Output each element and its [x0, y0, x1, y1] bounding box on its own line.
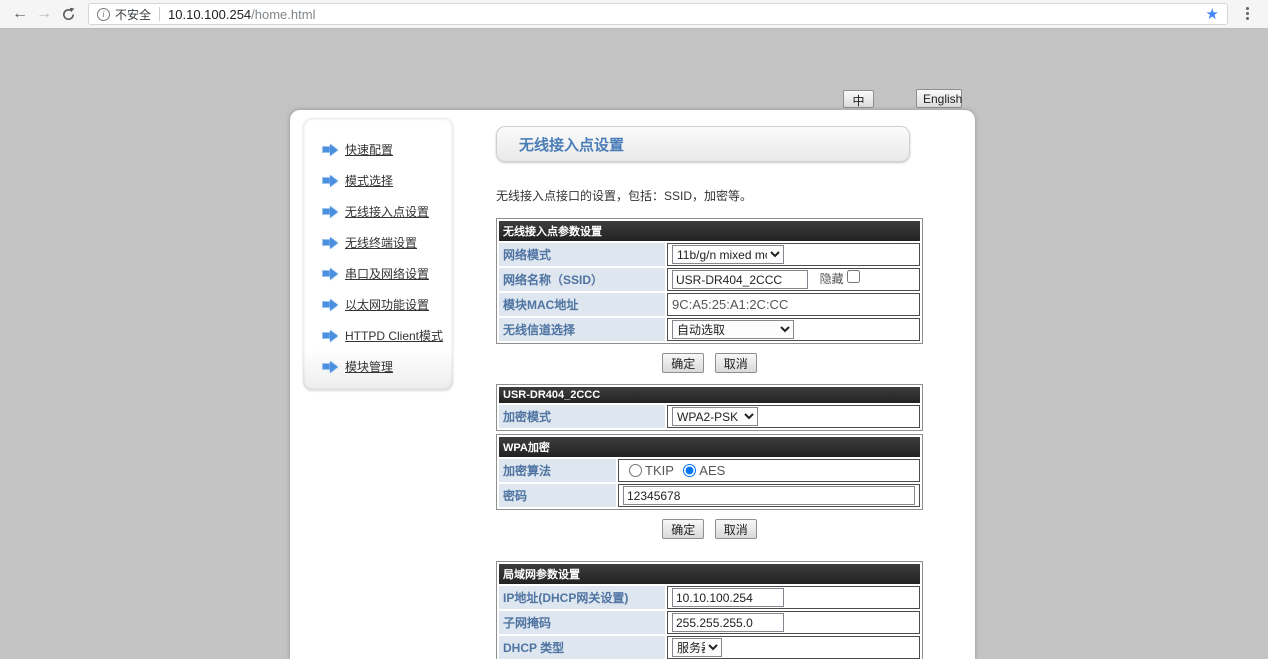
- cancel-button[interactable]: 取消: [715, 519, 757, 539]
- main-content: 无线接入点设置 无线接入点接口的设置，包括：SSID，加密等。 无线接入点参数设…: [496, 126, 923, 659]
- sidebar-item-quick-config[interactable]: 快速配置: [323, 134, 453, 165]
- lan-table: 局域网参数设置 IP地址(DHCP网关设置) 子网掩码 DHCP 类型: [496, 561, 923, 659]
- url-text[interactable]: 10.10.100.254/home.html: [168, 7, 315, 22]
- hide-ssid-label: 隐藏: [820, 272, 844, 286]
- encryption-table: USR-DR404_2CCC 加密模式 WPA2-PSK: [496, 384, 923, 431]
- mac-label: 模块MAC地址: [499, 293, 665, 316]
- sidebar-item-label: 快速配置: [345, 141, 393, 158]
- sidebar-item-label: 模式选择: [345, 172, 393, 189]
- table-row: 密码: [499, 484, 920, 507]
- url-host: 10.10.100.254: [168, 7, 251, 22]
- language-english-button[interactable]: English: [916, 89, 962, 108]
- network-mode-select[interactable]: 11b/g/n mixed mode: [672, 245, 784, 264]
- table-row: IP地址(DHCP网关设置): [499, 586, 920, 609]
- sidebar-menu: 快速配置 模式选择 无线接入点设置 无线终端设置 串口及网络设置 以太网功能设置: [303, 118, 453, 390]
- arrow-icon: [323, 299, 338, 311]
- page-title: 无线接入点设置: [519, 134, 624, 155]
- encryption-mode-label: 加密模式: [499, 405, 665, 428]
- sidebar-item-ethernet[interactable]: 以太网功能设置: [323, 289, 453, 320]
- sidebar-item-serial-network[interactable]: 串口及网络设置: [323, 258, 453, 289]
- sidebar-item-ap-settings[interactable]: 无线接入点设置: [323, 196, 453, 227]
- encryption-header: USR-DR404_2CCC: [499, 387, 920, 403]
- sidebar-item-label: 以太网功能设置: [345, 296, 429, 313]
- content-panel: 快速配置 模式选择 无线接入点设置 无线终端设置 串口及网络设置 以太网功能设置: [290, 110, 975, 659]
- sidebar-item-label: 串口及网络设置: [345, 265, 429, 282]
- bookmark-star-icon[interactable]: ★: [1206, 5, 1219, 23]
- hide-ssid-checkbox[interactable]: [847, 270, 860, 283]
- back-icon[interactable]: ←: [8, 5, 32, 23]
- security-label: 不安全: [115, 6, 151, 23]
- table-row: 子网掩码: [499, 611, 920, 634]
- table-row: 无线信道选择 自动选取: [499, 318, 920, 341]
- confirm-button[interactable]: 确定: [662, 519, 704, 539]
- arrow-icon: [323, 144, 338, 156]
- sidebar-item-label: 无线接入点设置: [345, 203, 429, 220]
- table-row: DHCP 类型 服务器: [499, 636, 920, 659]
- forward-icon[interactable]: →: [32, 5, 56, 23]
- table-row: 网络模式 11b/g/n mixed mode: [499, 243, 920, 266]
- password-input[interactable]: [623, 486, 915, 505]
- wpa-table: WPA加密 加密算法 TKIP AES 密码: [496, 434, 923, 510]
- cancel-button[interactable]: 取消: [715, 353, 757, 373]
- sidebar-item-httpd-client[interactable]: HTTPD Client模式: [323, 320, 453, 351]
- channel-select[interactable]: 自动选取: [672, 320, 794, 339]
- confirm-button[interactable]: 确定: [662, 353, 704, 373]
- ssid-input[interactable]: [672, 270, 808, 289]
- address-bar[interactable]: i 不安全 10.10.100.254/home.html ★: [88, 3, 1228, 25]
- sidebar-item-label: HTTPD Client模式: [345, 327, 443, 344]
- arrow-icon: [323, 237, 338, 249]
- mac-value: 9C:A5:25:A1:2C:CC: [667, 293, 920, 316]
- omnibox-divider: [159, 7, 160, 21]
- aes-radio[interactable]: [683, 464, 696, 477]
- password-label: 密码: [499, 484, 616, 507]
- arrow-icon: [323, 175, 338, 187]
- refresh-icon[interactable]: [56, 7, 80, 22]
- ap-params-table: 无线接入点参数设置 网络模式 11b/g/n mixed mode 网络名称（S…: [496, 218, 923, 344]
- ap-params-header: 无线接入点参数设置: [499, 221, 920, 241]
- sidebar-item-label: 模块管理: [345, 358, 393, 375]
- encryption-mode-select[interactable]: WPA2-PSK: [672, 407, 758, 426]
- browser-menu-icon[interactable]: [1238, 4, 1258, 24]
- table-row: 加密算法 TKIP AES: [499, 459, 920, 482]
- sidebar-item-mode-select[interactable]: 模式选择: [323, 165, 453, 196]
- network-mode-label: 网络模式: [499, 243, 665, 266]
- algorithm-label: 加密算法: [499, 459, 616, 482]
- sidebar-item-label: 无线终端设置: [345, 234, 417, 251]
- ap-params-buttons: 确定 取消: [496, 353, 923, 373]
- ip-label: IP地址(DHCP网关设置): [499, 586, 665, 609]
- page-background: 中文 English 快速配置 模式选择 无线接入点设置 无线终端设置: [0, 30, 1268, 659]
- aes-label: AES: [699, 463, 725, 478]
- language-chinese-button[interactable]: 中文: [843, 90, 874, 108]
- arrow-icon: [323, 330, 338, 342]
- tkip-label: TKIP: [645, 463, 674, 478]
- info-icon[interactable]: i: [97, 8, 110, 21]
- wpa-buttons: 确定 取消: [496, 519, 923, 539]
- sidebar-item-module-mgmt[interactable]: 模块管理: [323, 351, 453, 382]
- url-path: /home.html: [251, 7, 315, 22]
- page-description: 无线接入点接口的设置，包括：SSID，加密等。: [496, 187, 923, 204]
- browser-toolbar: ← → i 不安全 10.10.100.254/home.html ★: [0, 0, 1268, 29]
- arrow-icon: [323, 206, 338, 218]
- dhcp-type-select[interactable]: 服务器: [672, 638, 722, 657]
- ip-input[interactable]: [672, 588, 784, 607]
- table-row: 模块MAC地址 9C:A5:25:A1:2C:CC: [499, 293, 920, 316]
- tkip-radio[interactable]: [629, 464, 642, 477]
- lan-header: 局域网参数设置: [499, 564, 920, 584]
- mask-input[interactable]: [672, 613, 784, 632]
- arrow-icon: [323, 268, 338, 280]
- table-row: 加密模式 WPA2-PSK: [499, 405, 920, 428]
- table-row: 网络名称（SSID） 隐藏: [499, 268, 920, 291]
- arrow-icon: [323, 361, 338, 373]
- dhcp-type-label: DHCP 类型: [499, 636, 665, 659]
- refresh-arc: [61, 7, 76, 22]
- mask-label: 子网掩码: [499, 611, 665, 634]
- page-title-box: 无线接入点设置: [496, 126, 910, 162]
- ssid-label: 网络名称（SSID）: [499, 268, 665, 291]
- channel-label: 无线信道选择: [499, 318, 665, 341]
- sidebar-item-sta-settings[interactable]: 无线终端设置: [323, 227, 453, 258]
- wpa-header: WPA加密: [499, 437, 920, 457]
